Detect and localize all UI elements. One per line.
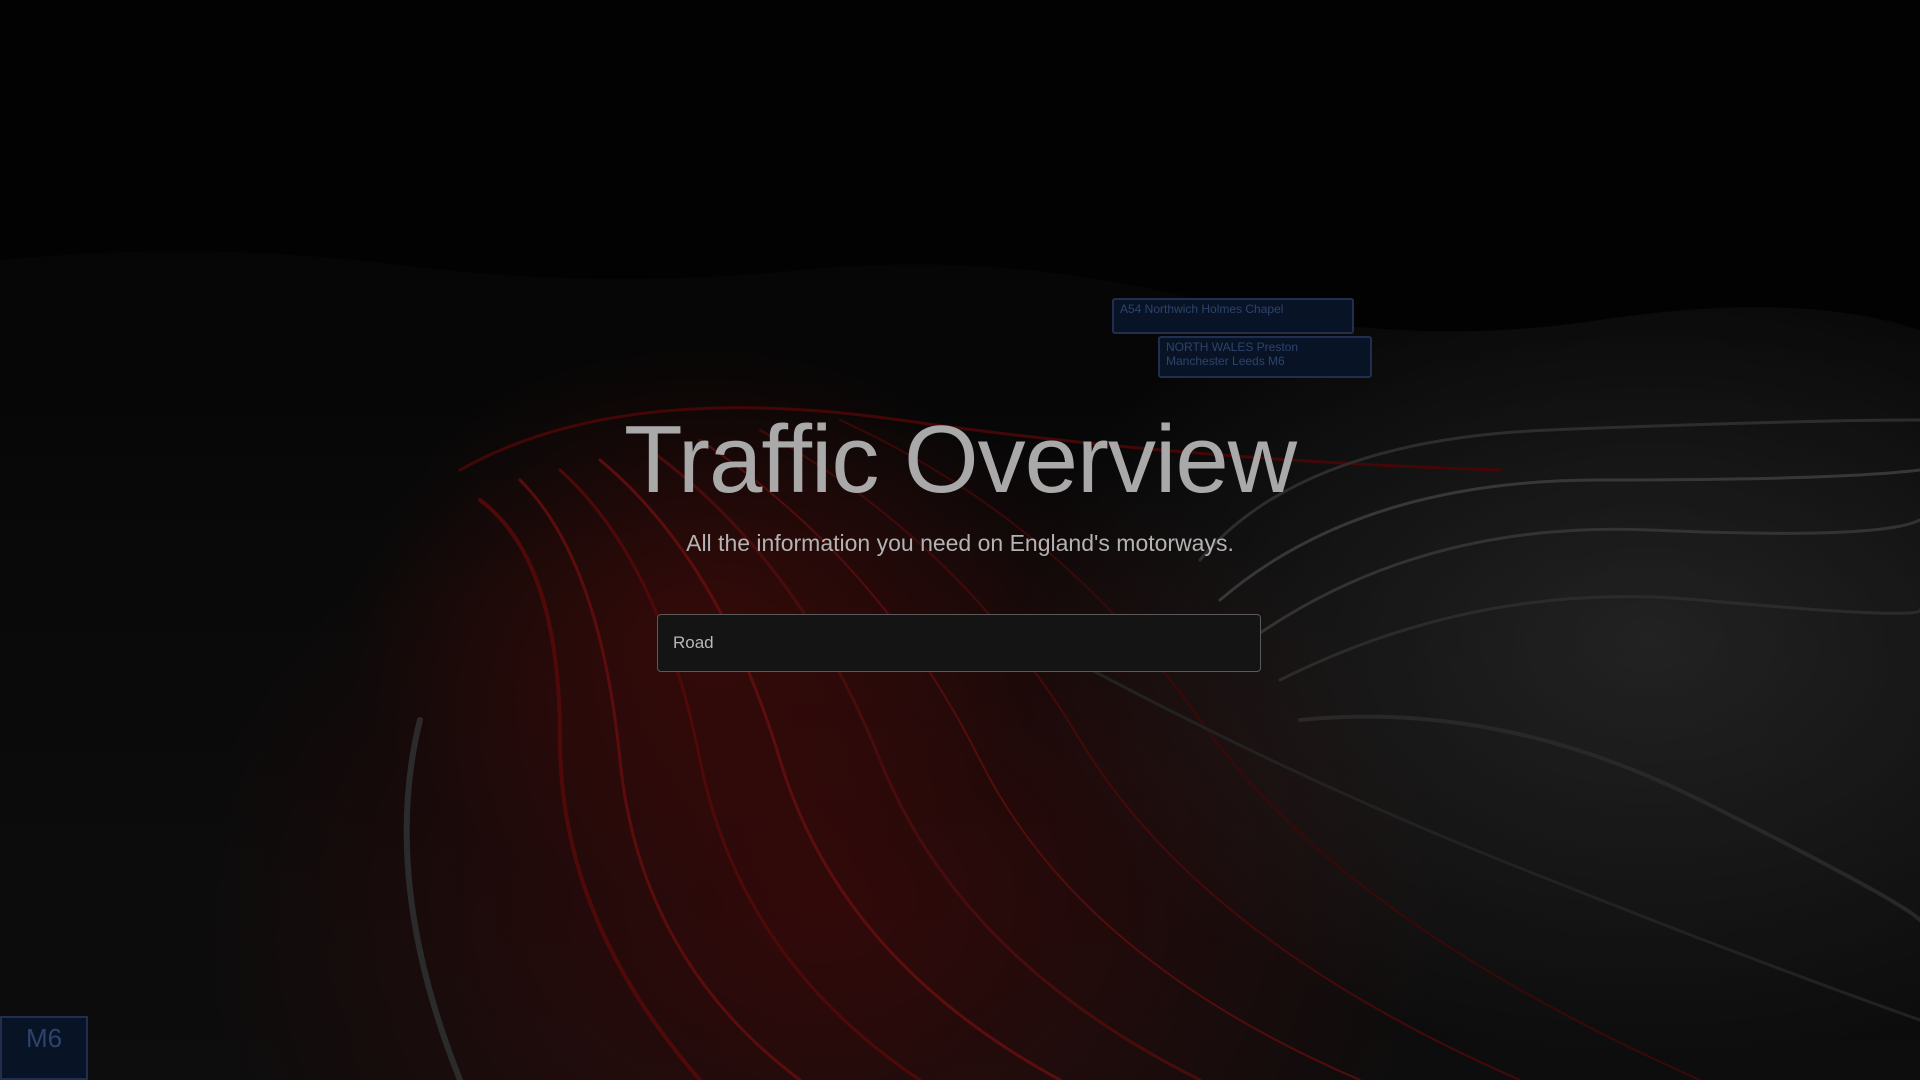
road-search-input[interactable]	[657, 614, 1261, 672]
hero: Traffic Overview All the information you…	[0, 400, 1920, 558]
page-subtitle: All the information you need on England'…	[686, 530, 1234, 556]
page: A54 Northwich Holmes Chapel NORTH WALES …	[0, 0, 1920, 1080]
page-title: Traffic Overview	[623, 406, 1297, 513]
